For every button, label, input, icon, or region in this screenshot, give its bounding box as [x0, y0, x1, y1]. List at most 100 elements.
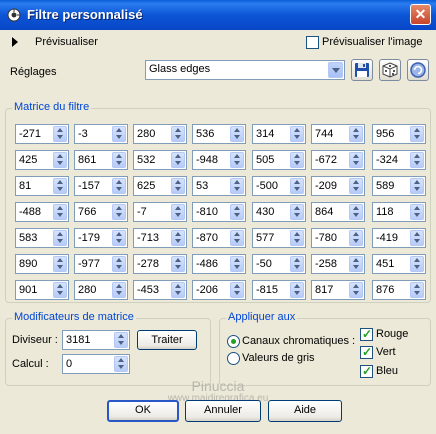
matrix-cell[interactable]: 577: [252, 228, 306, 248]
greyscale-label[interactable]: Valeurs de gris: [242, 352, 315, 364]
matrix-cell-spinner[interactable]: [349, 152, 363, 168]
matrix-cell[interactable]: -486: [192, 254, 246, 274]
matrix-cell[interactable]: 901: [15, 280, 69, 300]
divisor-input[interactable]: 3181: [62, 330, 130, 350]
matrix-cell-spinner[interactable]: [290, 152, 304, 168]
bias-input[interactable]: 0: [62, 354, 130, 374]
matrix-cell-spinner[interactable]: [230, 282, 244, 298]
green-label[interactable]: Vert: [376, 346, 396, 358]
matrix-cell-spinner[interactable]: [112, 152, 126, 168]
matrix-cell-spinner[interactable]: [230, 204, 244, 220]
matrix-cell[interactable]: 817: [311, 280, 365, 300]
matrix-cell[interactable]: -870: [192, 228, 246, 248]
matrix-cell-spinner[interactable]: [410, 256, 424, 272]
matrix-cell-spinner[interactable]: [290, 126, 304, 142]
matrix-cell[interactable]: 280: [74, 280, 128, 300]
ok-button[interactable]: OK: [107, 400, 179, 422]
title-bar[interactable]: Filtre personnalisé ✕: [0, 0, 436, 30]
matrix-cell-spinner[interactable]: [230, 152, 244, 168]
reset-button[interactable]: [407, 59, 429, 81]
matrix-cell-spinner[interactable]: [171, 204, 185, 220]
matrix-cell-spinner[interactable]: [410, 282, 424, 298]
matrix-cell[interactable]: -278: [133, 254, 187, 274]
matrix-cell-spinner[interactable]: [171, 282, 185, 298]
matrix-cell-spinner[interactable]: [53, 204, 67, 220]
matrix-cell-spinner[interactable]: [410, 152, 424, 168]
matrix-cell[interactable]: 81: [15, 176, 69, 196]
matrix-cell[interactable]: -500: [252, 176, 306, 196]
matrix-cell[interactable]: -179: [74, 228, 128, 248]
matrix-cell[interactable]: -206: [192, 280, 246, 300]
matrix-cell[interactable]: 430: [252, 202, 306, 222]
matrix-cell[interactable]: -209: [311, 176, 365, 196]
bias-spinner[interactable]: [114, 356, 128, 372]
matrix-cell-spinner[interactable]: [171, 256, 185, 272]
matrix-cell[interactable]: 451: [372, 254, 426, 274]
matrix-cell[interactable]: 505: [252, 150, 306, 170]
matrix-cell[interactable]: -50: [252, 254, 306, 274]
matrix-cell[interactable]: 536: [192, 124, 246, 144]
red-label[interactable]: Rouge: [376, 328, 408, 340]
matrix-cell[interactable]: -324: [372, 150, 426, 170]
matrix-cell[interactable]: -419: [372, 228, 426, 248]
matrix-cell[interactable]: 425: [15, 150, 69, 170]
matrix-cell-spinner[interactable]: [53, 282, 67, 298]
preview-image-checkbox[interactable]: [306, 36, 319, 49]
matrix-cell-spinner[interactable]: [410, 178, 424, 194]
matrix-cell[interactable]: 864: [311, 202, 365, 222]
divisor-spinner[interactable]: [114, 332, 128, 348]
greyscale-radio[interactable]: [227, 352, 240, 365]
matrix-cell-spinner[interactable]: [290, 282, 304, 298]
matrix-cell[interactable]: -7: [133, 202, 187, 222]
expand-preview-arrow-icon[interactable]: [12, 37, 18, 47]
matrix-cell[interactable]: 890: [15, 254, 69, 274]
presets-dropdown-button[interactable]: [328, 62, 343, 78]
matrix-cell[interactable]: 583: [15, 228, 69, 248]
matrix-cell-spinner[interactable]: [53, 256, 67, 272]
blue-checkbox[interactable]: ✓: [360, 364, 373, 378]
green-checkbox[interactable]: ✓: [360, 345, 373, 359]
matrix-cell-spinner[interactable]: [53, 178, 67, 194]
cancel-button[interactable]: Annuler: [185, 400, 261, 422]
color-channels-label[interactable]: Canaux chromatiques :: [242, 335, 355, 347]
matrix-cell-spinner[interactable]: [349, 204, 363, 220]
matrix-cell-spinner[interactable]: [410, 126, 424, 142]
matrix-cell[interactable]: -815: [252, 280, 306, 300]
matrix-cell-spinner[interactable]: [349, 282, 363, 298]
matrix-cell-spinner[interactable]: [171, 178, 185, 194]
matrix-cell-spinner[interactable]: [290, 204, 304, 220]
save-preset-button[interactable]: [351, 59, 373, 81]
matrix-cell-spinner[interactable]: [410, 230, 424, 246]
matrix-cell[interactable]: -672: [311, 150, 365, 170]
matrix-cell[interactable]: 118: [372, 202, 426, 222]
matrix-cell-spinner[interactable]: [410, 204, 424, 220]
matrix-cell-spinner[interactable]: [230, 230, 244, 246]
matrix-cell[interactable]: 956: [372, 124, 426, 144]
matrix-cell-spinner[interactable]: [171, 152, 185, 168]
matrix-cell-spinner[interactable]: [171, 230, 185, 246]
matrix-cell-spinner[interactable]: [53, 152, 67, 168]
matrix-cell[interactable]: 861: [74, 150, 128, 170]
matrix-cell[interactable]: -258: [311, 254, 365, 274]
matrix-cell[interactable]: 744: [311, 124, 365, 144]
matrix-cell-spinner[interactable]: [230, 256, 244, 272]
matrix-cell[interactable]: 280: [133, 124, 187, 144]
matrix-cell-spinner[interactable]: [112, 204, 126, 220]
presets-dropdown[interactable]: Glass edges: [145, 60, 345, 80]
matrix-cell-spinner[interactable]: [112, 126, 126, 142]
matrix-cell[interactable]: 532: [133, 150, 187, 170]
matrix-cell[interactable]: 625: [133, 176, 187, 196]
matrix-cell[interactable]: -3: [74, 124, 128, 144]
matrix-cell[interactable]: -810: [192, 202, 246, 222]
matrix-cell-spinner[interactable]: [112, 282, 126, 298]
matrix-cell[interactable]: -488: [15, 202, 69, 222]
blue-label[interactable]: Bleu: [376, 365, 398, 377]
matrix-cell[interactable]: -157: [74, 176, 128, 196]
matrix-cell[interactable]: 53: [192, 176, 246, 196]
matrix-cell-spinner[interactable]: [112, 256, 126, 272]
matrix-cell[interactable]: 876: [372, 280, 426, 300]
matrix-cell-spinner[interactable]: [112, 230, 126, 246]
random-button[interactable]: [379, 59, 401, 81]
matrix-cell-spinner[interactable]: [349, 256, 363, 272]
matrix-cell[interactable]: -780: [311, 228, 365, 248]
